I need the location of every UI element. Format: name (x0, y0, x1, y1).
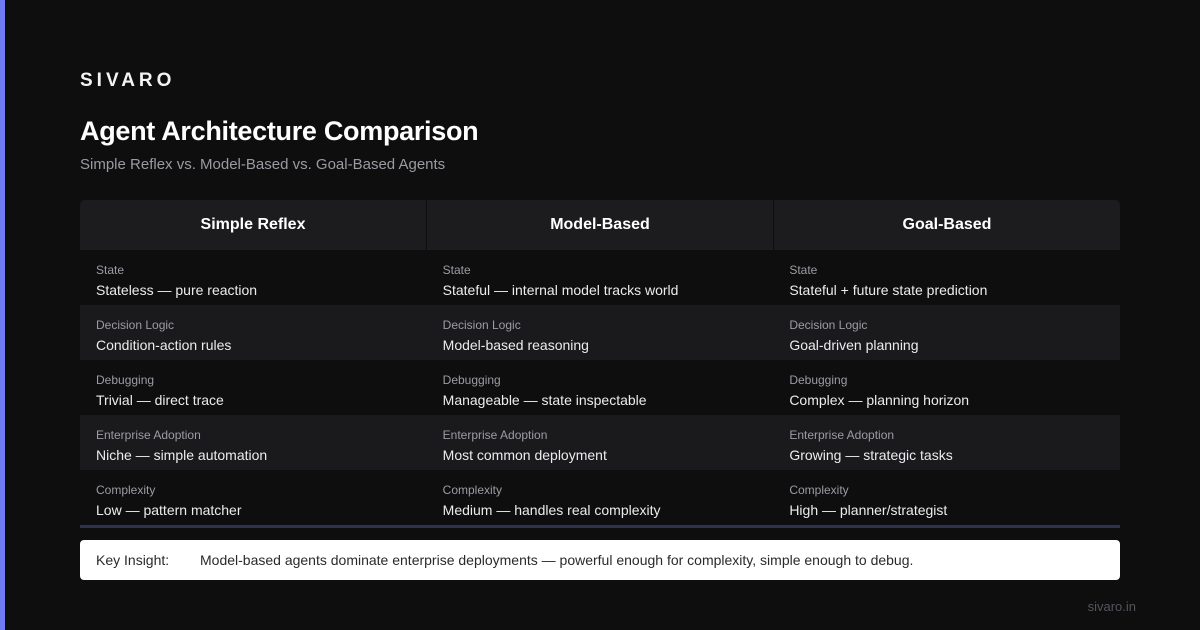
column-header-simple-reflex: Simple Reflex (80, 200, 426, 250)
cell-label: Decision Logic (442, 318, 521, 332)
cell-value: Model-based reasoning (442, 337, 589, 353)
cell-label: Complexity (789, 483, 849, 497)
table-row: Debugging Trivial — direct trace Debuggi… (80, 360, 1120, 415)
table-cell: Enterprise Adoption Growing — strategic … (773, 415, 1120, 470)
cell-value: Stateless — pure reaction (96, 282, 258, 298)
cell-label: Complexity (96, 483, 156, 497)
table-cell: State Stateful + future state prediction (773, 250, 1120, 305)
table-cell: Decision Logic Condition-action rules (80, 305, 427, 360)
table-cell: Debugging Complex — planning horizon (773, 360, 1120, 415)
cell-value: Condition-action rules (96, 337, 232, 353)
cell-label: Enterprise Adoption (442, 428, 548, 442)
cell-label: Decision Logic (96, 318, 175, 332)
page-title: Agent Architecture Comparison (80, 116, 479, 146)
cell-label: Debugging (789, 373, 848, 387)
column-header-goal-based: Goal-Based (774, 200, 1120, 250)
cell-value: Complex — planning horizon (789, 392, 970, 408)
comparison-table: Simple Reflex Model-Based Goal-Based Sta… (80, 200, 1120, 528)
table-cell: Decision Logic Model-based reasoning (427, 305, 774, 360)
accent-bar (0, 0, 5, 630)
cell-value: Most common deployment (442, 447, 607, 463)
table-row: Complexity Low — pattern matcher Complex… (80, 470, 1120, 525)
table-cell: Decision Logic Goal-driven planning (773, 305, 1120, 360)
key-insight-text: Model-based agents dominate enterprise d… (200, 552, 914, 568)
cell-value: Goal-driven planning (789, 337, 919, 353)
cell-value: Niche — simple automation (96, 447, 268, 463)
cell-value: Stateful — internal model tracks world (442, 282, 679, 298)
cell-value: Trivial — direct trace (96, 392, 224, 408)
page-subtitle: Simple Reflex vs. Model-Based vs. Goal-B… (80, 156, 446, 173)
footer-url: sivaro.in (1087, 599, 1136, 614)
cell-value: Manageable — state inspectable (442, 392, 647, 408)
table-cell: Complexity Medium — handles real complex… (427, 470, 774, 525)
brand-logo: SIVARO (80, 70, 176, 91)
cell-value: High — planner/strategist (789, 502, 948, 518)
table-row: Enterprise Adoption Niche — simple autom… (80, 415, 1120, 470)
table-cell: Complexity Low — pattern matcher (80, 470, 427, 525)
table-cell: State Stateful — internal model tracks w… (427, 250, 774, 305)
cell-value: Medium — handles real complexity (442, 502, 661, 518)
table-cell: Enterprise Adoption Most common deployme… (427, 415, 774, 470)
table-cell: Enterprise Adoption Niche — simple autom… (80, 415, 427, 470)
cell-label: State (789, 263, 818, 277)
cell-label: Debugging (96, 373, 155, 387)
cell-value: Growing — strategic tasks (789, 447, 953, 463)
table-row: State Stateless — pure reaction State St… (80, 250, 1120, 305)
cell-label: Enterprise Adoption (789, 428, 895, 442)
cell-label: Decision Logic (789, 318, 868, 332)
column-header-model-based: Model-Based (427, 200, 773, 250)
key-insight-label: Key Insight: (96, 552, 170, 568)
cell-label: Debugging (442, 373, 501, 387)
cell-label: State (96, 263, 125, 277)
table-cell: Complexity High — planner/strategist (773, 470, 1120, 525)
table-row: Decision Logic Condition-action rules De… (80, 305, 1120, 360)
table-cell: Debugging Trivial — direct trace (80, 360, 427, 415)
cell-value: Low — pattern matcher (96, 502, 242, 518)
cell-label: State (442, 263, 471, 277)
cell-label: Complexity (442, 483, 503, 497)
table-cell: State Stateless — pure reaction (80, 250, 427, 305)
cell-value: Stateful + future state prediction (789, 282, 988, 298)
key-insight-callout: Key Insight: Model-based agents dominate… (80, 540, 1120, 580)
cell-label: Enterprise Adoption (96, 428, 201, 442)
table-bottom-rule (80, 525, 1120, 528)
table-header-row: Simple Reflex Model-Based Goal-Based (80, 200, 1120, 250)
table-cell: Debugging Manageable — state inspectable (427, 360, 774, 415)
